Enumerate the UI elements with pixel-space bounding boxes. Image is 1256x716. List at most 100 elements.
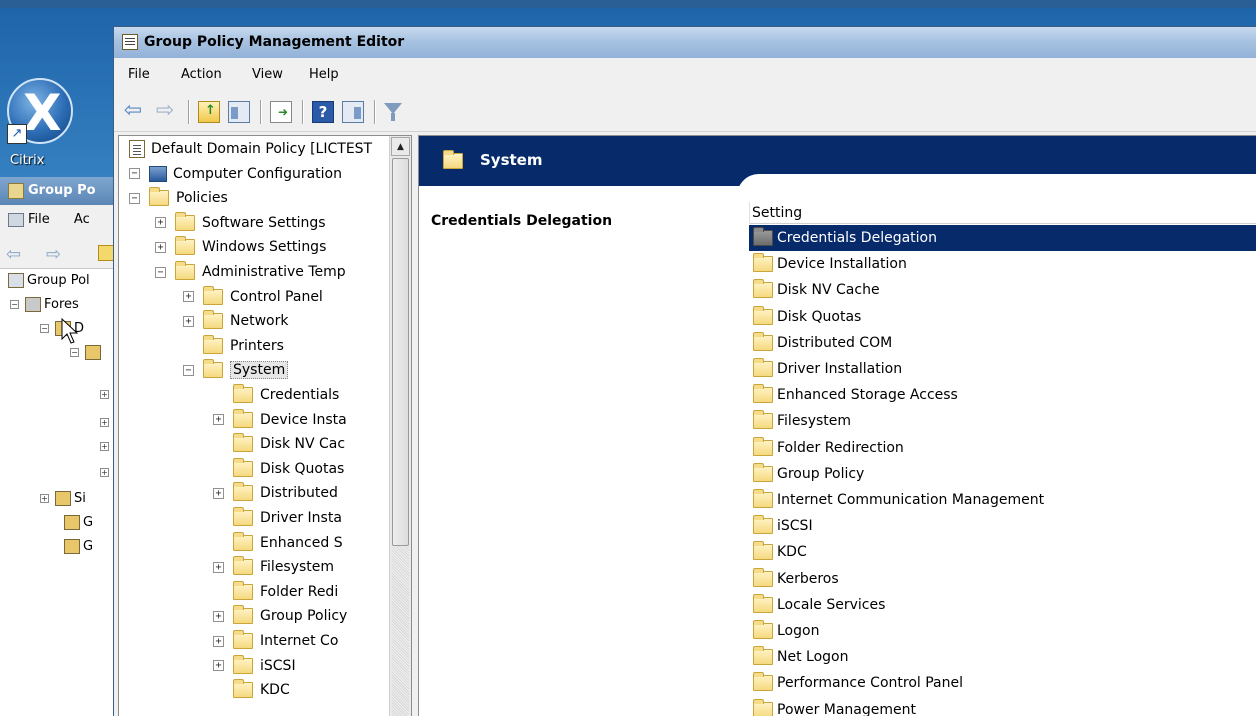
tree-node[interactable]: + Distributed [213,482,338,504]
expand-icon[interactable]: + [183,291,194,303]
tree-node[interactable]: KDC [213,679,290,701]
list-item-label: Filesystem [777,413,852,430]
tree-node[interactable]: − Administrative Temp [155,261,346,283]
collapse-icon[interactable]: − [155,266,166,278]
tree-pane[interactable]: Default Domain Policy [LICTEST − Computer … [118,135,412,716]
bg-tree-node[interactable]: G [64,539,93,554]
list-item[interactable]: Filesystem [749,408,1256,434]
list-item[interactable]: Disk Quotas [749,304,1256,330]
tree-node[interactable]: + iSCSI [213,654,296,677]
expand-icon[interactable]: + [213,610,224,622]
tree-node[interactable]: Disk Quotas [213,457,344,480]
list-item[interactable]: Power Management [749,697,1256,716]
bg-menu-action[interactable]: Ac [74,212,90,227]
citrix-icon[interactable]: X ↗ [7,78,73,144]
tree-node[interactable]: − Computer Configuration [129,163,342,185]
tree-node[interactable]: + Network [183,310,288,332]
menu-action[interactable]: Action [181,67,222,82]
forward-icon[interactable]: ⇨ [154,100,176,123]
tree-node[interactable]: Disk NV Cac [213,433,345,455]
show-hide-tree-icon[interactable] [228,101,250,123]
tree-node[interactable]: − Policies [129,187,228,209]
background-window-titlebar[interactable]: Group Po [0,177,120,205]
expand-icon[interactable]: + [213,414,224,426]
tree-node[interactable]: + Software Settings [155,211,326,234]
bg-tree-node[interactable]: Group Pol [8,273,90,288]
list-item[interactable]: Disk NV Cache [749,277,1256,303]
expand-icon[interactable]: + [213,561,224,573]
tree-node[interactable]: Credentials [213,384,339,406]
list-item[interactable]: Folder Redirection [749,435,1256,461]
filter-icon[interactable] [382,101,404,123]
list-item[interactable]: Logon [749,618,1256,644]
gpme-window[interactable]: Group Policy Management Editor File Acti… [113,26,1256,716]
tree-node[interactable]: Driver Insta [213,507,342,529]
list-item[interactable]: Device Installation [749,251,1256,277]
collapse-icon[interactable]: − [40,324,49,333]
tree-node[interactable]: − System [183,359,289,381]
export-list-icon[interactable]: ➜ [270,101,292,123]
bg-tree-node[interactable]: G [64,515,93,530]
collapse-icon[interactable]: − [10,300,19,309]
back-icon[interactable]: ⇦ [122,100,144,123]
expand-icon[interactable]: + [155,217,166,229]
show-hide-action-pane-icon[interactable] [342,101,364,123]
list-item[interactable]: Internet Communication Management [749,487,1256,513]
up-folder-icon[interactable]: ↑ [198,101,220,123]
expand-icon[interactable]: + [213,660,224,672]
collapse-icon[interactable]: − [70,348,79,357]
list-item[interactable]: Credentials Delegation [749,225,1256,251]
expand-icon[interactable]: + [213,487,224,499]
bg-menu-file[interactable]: File [28,212,50,227]
tree-node[interactable]: Printers [183,334,284,357]
menu-view[interactable]: View [252,67,283,82]
expand-icon[interactable]: + [100,390,109,399]
tree-node[interactable]: + Control Panel [183,285,323,308]
expand-icon[interactable]: + [183,315,194,327]
scroll-thumb[interactable] [392,158,409,546]
tree-node[interactable]: Folder Redi [213,580,338,603]
expand-icon[interactable]: + [100,418,109,427]
bg-tree-node[interactable]: − [70,345,104,360]
list-item[interactable]: iSCSI [749,513,1256,539]
column-header-setting[interactable]: Setting [749,202,1256,224]
list-item[interactable]: Kerberos [749,566,1256,592]
collapse-icon[interactable]: − [129,168,140,180]
window-menu-icon[interactable] [8,213,24,227]
bg-back-icon[interactable]: ⇦ [6,244,21,265]
expand-icon[interactable]: + [40,494,49,503]
tree-node[interactable]: + Filesystem [213,556,334,578]
menu-help[interactable]: Help [309,67,339,82]
list-item[interactable]: KDC [749,539,1256,565]
bg-forward-icon[interactable]: ⇨ [46,244,61,265]
list-item[interactable]: Group Policy [749,461,1256,487]
expand-icon[interactable]: + [213,635,224,647]
list-item[interactable]: Enhanced Storage Access [749,382,1256,408]
tree-node[interactable]: Enhanced S [213,531,343,554]
citrix-icon-label[interactable]: Citrix [10,153,44,168]
scroll-up-button[interactable]: ▲ [391,137,410,156]
tree-node[interactable]: + Device Insta [213,408,347,431]
list-item[interactable]: Distributed COM [749,330,1256,356]
expand-icon[interactable]: + [100,468,109,477]
expand-icon[interactable]: + [100,442,109,451]
list-item[interactable]: Locale Services [749,592,1256,618]
tree-node[interactable]: Default Domain Policy [LICTEST [129,138,372,160]
window-titlebar[interactable]: Group Policy Management Editor [114,27,1256,58]
collapse-icon[interactable]: − [183,364,194,376]
bg-tree-node[interactable]: − Fores [10,297,79,312]
help-icon[interactable]: ? [312,101,334,123]
tree-node[interactable]: + Windows Settings [155,236,326,258]
scroll-track[interactable] [392,546,409,716]
expand-icon[interactable]: + [155,241,166,253]
collapse-icon[interactable]: − [129,192,140,204]
menu-file[interactable]: File [128,67,150,82]
list-item[interactable]: Driver Installation [749,356,1256,382]
background-window[interactable]: Group Po File Ac ⇦ ⇨ Group Pol − Fores − D − +… [0,177,120,716]
tree-scrollbar[interactable]: ▲ [389,136,411,716]
bg-tree-node[interactable]: + Si [40,491,86,506]
list-item[interactable]: Performance Control Panel [749,670,1256,696]
tree-node[interactable]: + Group Policy [213,605,347,627]
list-item[interactable]: Net Logon [749,644,1256,670]
tree-node[interactable]: + Internet Co [213,630,338,652]
